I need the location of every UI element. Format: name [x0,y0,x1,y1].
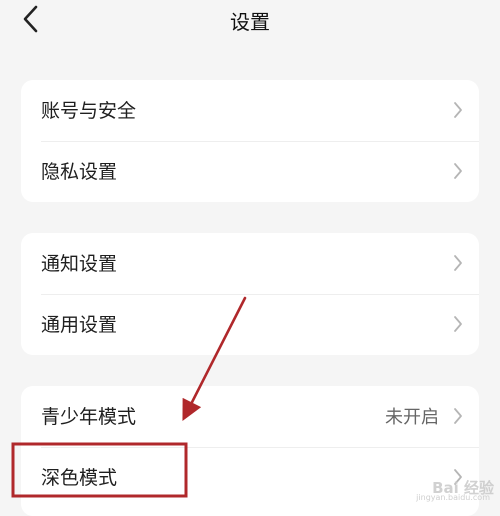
chevron-right-icon [454,102,462,118]
settings-item-account-security[interactable]: 账号与安全 [21,80,479,142]
chevron-right-icon [454,255,462,271]
settings-item-label: 通知设置 [41,253,118,275]
settings-item-notifications[interactable]: 通知设置 [21,233,479,295]
chevron-right-icon [454,163,462,179]
settings-item-privacy[interactable]: 隐私设置 [21,141,479,202]
settings-item-label: 通用设置 [41,314,118,336]
page-title: 设置 [230,10,270,34]
settings-item-youth-mode[interactable]: 青少年模式 未开启 [21,386,479,448]
settings-item-value: 未开启 [385,407,439,428]
watermark-url: jingyan.baidu.com [416,493,490,502]
header: 设置 [0,0,500,40]
chevron-right-icon [454,316,462,332]
chevron-right-icon [454,408,462,424]
settings-item-label: 青少年模式 [41,406,137,428]
settings-item-label: 深色模式 [41,467,118,489]
settings-item-label: 账号与安全 [41,100,137,122]
settings-card-modes: 青少年模式 未开启 深色模式 [21,386,479,516]
settings-card-account: 账号与安全 隐私设置 [21,80,479,202]
settings-item-label: 隐私设置 [41,161,118,183]
settings-item-general[interactable]: 通用设置 [21,294,479,355]
settings-card-notifications: 通知设置 通用设置 [21,233,479,355]
